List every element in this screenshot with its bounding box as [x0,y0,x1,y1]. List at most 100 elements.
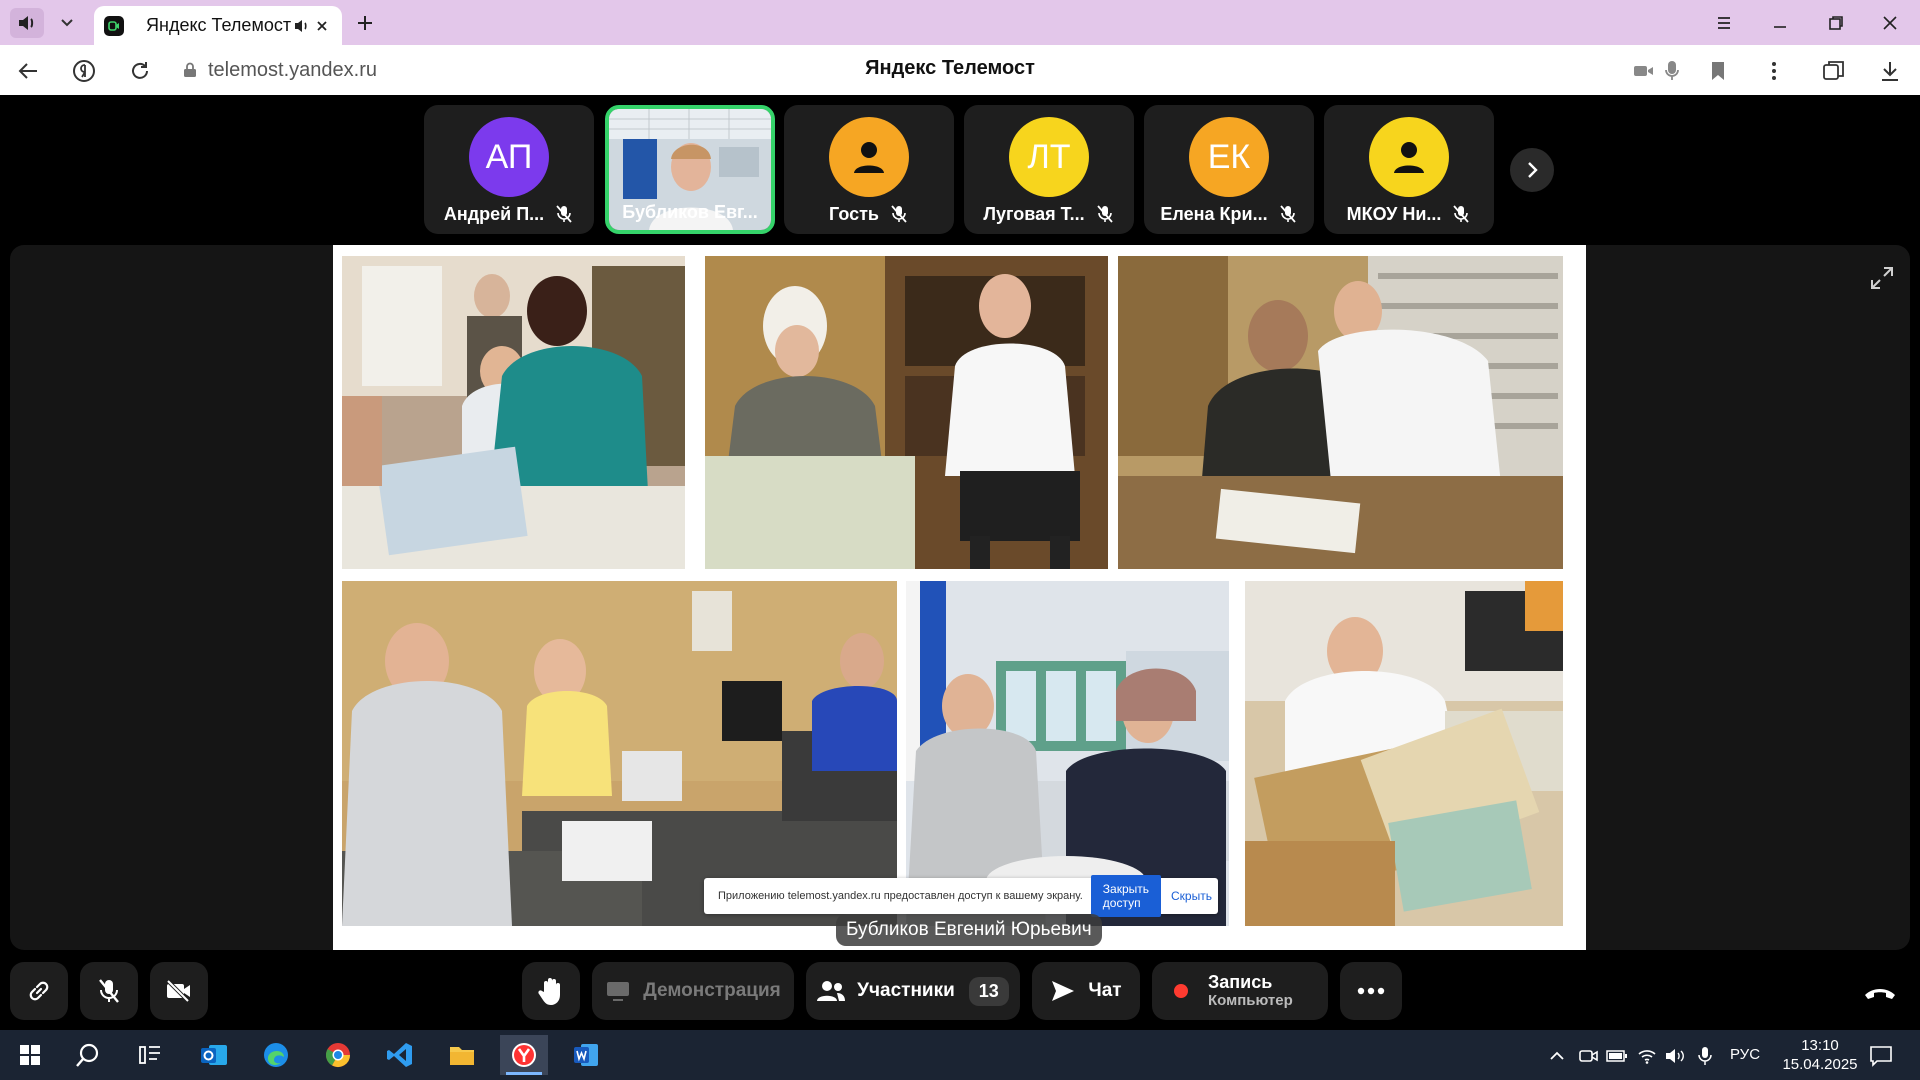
task-view-icon[interactable] [126,1035,174,1075]
system-clock[interactable]: 13:10 15.04.2025 [1775,1036,1865,1074]
search-icon[interactable] [64,1035,112,1075]
back-arrow-icon[interactable] [12,55,44,87]
leave-call-button[interactable] [1848,970,1912,1016]
chrome-icon[interactable] [314,1035,362,1075]
link-icon [29,981,49,1001]
lock-icon[interactable] [180,60,200,80]
restore-icon[interactable] [1816,8,1856,38]
camera-toggle-button[interactable] [150,962,208,1020]
microphone-tray-icon[interactable] [1694,1045,1716,1067]
word-icon[interactable] [562,1035,610,1075]
volume-icon[interactable] [1664,1045,1686,1067]
participant-name: Бубликов Евг... [622,201,758,222]
mic-muted-icon [1095,204,1115,224]
minimize-icon[interactable] [1760,8,1800,38]
avatar: АП [469,117,549,197]
shared-screen-content [333,245,1586,950]
hang-up-phone-icon [1865,989,1895,999]
participant-name: МКОУ Ни... [1346,203,1442,224]
new-tab-plus-icon[interactable] [350,8,380,38]
mic-muted-icon [99,979,119,1003]
participant-name: Луговая Т... [983,203,1085,224]
vscode-icon[interactable] [376,1035,424,1075]
yandex-browser-icon[interactable] [500,1035,548,1075]
tab-close-icon[interactable] [312,16,332,36]
collage-photo-4 [342,581,897,926]
tab-speaker-icon[interactable] [292,16,312,36]
screen-share-button[interactable]: Демонстрация [592,962,794,1020]
chat-button[interactable]: Чат [1032,962,1140,1020]
browser-tab-telemost[interactable]: Яндекс Телемост [94,6,342,45]
stop-sharing-button[interactable]: Закрыть доступ [1090,875,1161,917]
show-hidden-icons-chevron-icon[interactable] [1546,1045,1568,1067]
more-options-button[interactable] [1340,962,1402,1020]
mic-muted-icon [554,204,574,224]
record-subtitle: Компьютер [1208,991,1293,1009]
clock-date: 15.04.2025 [1782,1056,1858,1073]
raise-hand-button[interactable] [522,962,580,1020]
participant-name: Андрей П... [443,203,545,224]
windows-start-icon[interactable] [6,1035,54,1075]
avatar: ЕК [1189,117,1269,197]
browser-menu-icon[interactable] [1704,8,1744,38]
participants-button[interactable]: Участники 13 [806,962,1020,1020]
browser-tab-strip: Яндекс Телемост [0,0,1920,45]
hand-icon [538,978,560,1005]
tab-list-chevron-icon[interactable] [52,8,82,38]
page-title: Яндекс Телемост [865,57,1035,79]
send-chat-icon [1052,981,1075,1001]
mic-muted-icon [1278,204,1298,224]
notifications-icon[interactable] [1868,1045,1894,1067]
participant-tile-bublikov[interactable]: Бубликов Евг... [605,105,775,234]
avatar: ЛТ [1009,117,1089,197]
collage-photo-5 [906,581,1229,926]
record-title: Запись [1208,971,1273,992]
download-icon[interactable] [1874,55,1906,87]
microphone-in-use-icon[interactable] [1656,55,1688,87]
collage-photo-2 [705,256,1108,569]
battery-icon[interactable] [1606,1045,1628,1067]
mic-muted-icon [1451,204,1471,224]
reload-icon[interactable] [124,55,156,87]
collage-photo-3 [1118,256,1563,569]
screen-share-icon [607,982,630,1001]
participant-tile-lugovaya[interactable]: ЛТ Луговая Т... [964,105,1134,234]
speaker-name-label: Бубликов Евгений Юрьевич [836,914,1102,946]
call-controls: Демонстрация Участники 13 Чат Запись Ком… [0,950,1920,1030]
participant-tile-guest[interactable]: Гость [784,105,954,234]
chat-label: Чат [1088,980,1122,1001]
outlook-icon[interactable] [190,1035,238,1075]
camera-tray-icon[interactable] [1578,1045,1600,1067]
more-vertical-icon[interactable] [1758,55,1790,87]
guest-user-icon [1369,117,1449,197]
yandex-logo-icon[interactable] [68,55,100,87]
copy-link-button[interactable] [10,962,68,1020]
participant-tile-mkou[interactable]: МКОУ Ни... [1324,105,1494,234]
close-window-icon[interactable] [1870,8,1910,38]
people-icon [817,981,846,1001]
camera-off-icon [166,979,190,1003]
participants-strip: АП Андрей П... Бубликов Евг... Гость ЛТ … [0,95,1920,240]
record-button[interactable]: Запись Компьютер [1152,962,1328,1020]
record-dot-icon [1174,984,1188,998]
next-participants-chevron-icon[interactable] [1510,148,1554,192]
collections-icon[interactable] [1818,55,1850,87]
fullscreen-expand-icon[interactable] [1864,260,1900,296]
share-notice-text: Приложению telemost.yandex.ru предоставл… [718,890,1083,902]
collage-photo-1 [342,256,685,569]
browser-navbar: telemost.yandex.ru Яндекс Телемост [0,45,1920,95]
file-explorer-icon[interactable] [438,1035,486,1075]
mic-toggle-button[interactable] [80,962,138,1020]
audio-playing-icon[interactable] [10,8,44,38]
wifi-icon[interactable] [1636,1045,1658,1067]
more-horizontal-icon [1357,987,1385,995]
collage-photo-6 [1245,581,1563,926]
hide-notice-link[interactable]: Скрыть [1171,889,1212,903]
bookmark-icon[interactable] [1702,55,1734,87]
tab-title: Яндекс Телемост [146,15,292,35]
participant-tile-andrey[interactable]: АП Андрей П... [424,105,594,234]
edge-icon[interactable] [252,1035,300,1075]
input-language-indicator[interactable]: РУС [1730,1046,1760,1063]
participant-tile-elena[interactable]: ЕК Елена Кри... [1144,105,1314,234]
participant-name: Гость [829,203,879,224]
